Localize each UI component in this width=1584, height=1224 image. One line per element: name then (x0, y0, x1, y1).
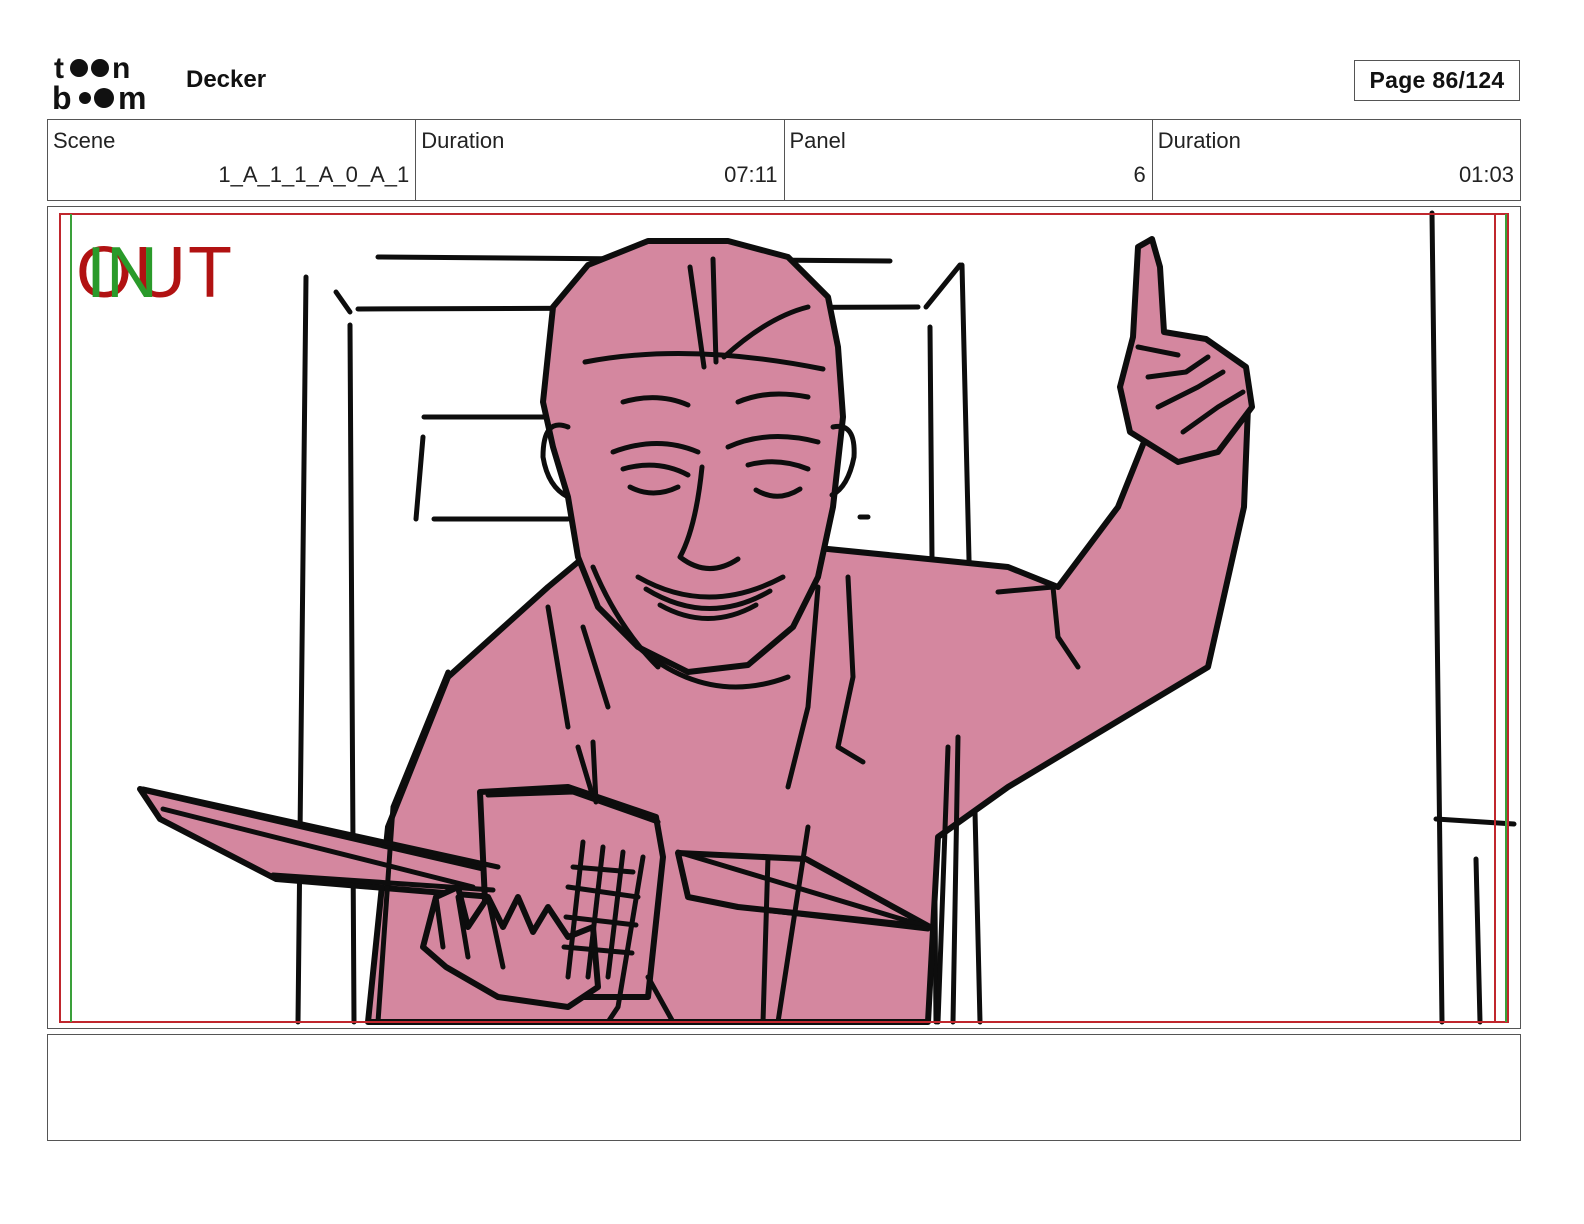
panel-duration-label: Duration (1157, 128, 1241, 153)
page-number-badge: Page 86/124 (1354, 60, 1520, 101)
toon-boom-logo: t n b m (52, 52, 146, 112)
svg-text:m: m (118, 80, 146, 112)
panel-cell: Panel 6 (785, 120, 1153, 200)
scene-label: Scene (53, 128, 116, 153)
page-number: 86/124 (1432, 67, 1505, 93)
scene-duration-cell: Duration 07:11 (416, 120, 785, 200)
in-marker: IN (86, 233, 158, 313)
panel-value: 6 (1133, 162, 1146, 187)
scene-duration-value: 07:11 (724, 162, 778, 187)
page-label: Page (1369, 67, 1426, 93)
scene-info-table: Scene 1_A_1_1_A_0_A_1 Duration 07:11 Pan… (47, 119, 1521, 201)
panel-duration-value: 01:03 (1458, 162, 1514, 187)
scene-duration-label: Duration (421, 128, 505, 153)
project-title: Decker (186, 66, 267, 93)
svg-text:b: b (52, 80, 72, 112)
panel-notes-box (47, 1034, 1521, 1141)
panel-illustration (59, 210, 1517, 1025)
panel-label: Panel (789, 128, 846, 153)
scene-cell: Scene 1_A_1_1_A_0_A_1 (48, 120, 417, 200)
storyboard-panel: OUT IN (47, 206, 1521, 1029)
panel-duration-cell: Duration 01:03 (1153, 120, 1520, 200)
scene-value: 1_A_1_1_A_0_A_1 (218, 162, 410, 187)
